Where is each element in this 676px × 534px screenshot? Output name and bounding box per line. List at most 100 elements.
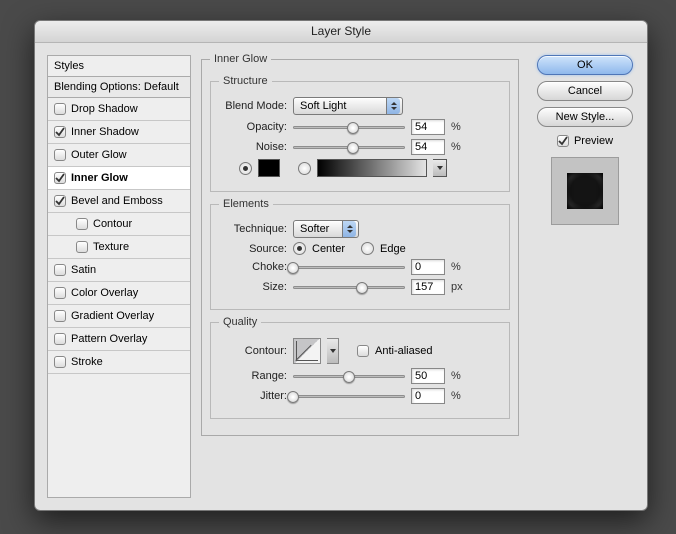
structure-title: Structure [219,75,272,87]
effect-settings-panel: Inner Glow Structure Blend Mode: Soft Li… [201,53,519,498]
style-checkbox[interactable] [54,287,66,299]
range-label: Range: [219,370,287,382]
quality-group: Quality Contour: Anti-aliased Range: [210,316,510,419]
choke-unit: % [451,261,467,273]
styles-panel: Styles Blending Options: Default Drop Sh… [47,55,191,498]
range-slider[interactable] [293,369,405,383]
style-checkbox[interactable] [54,356,66,368]
style-checkbox[interactable] [76,241,88,253]
source-edge-radio[interactable] [361,242,374,255]
style-item-inner-shadow[interactable]: Inner Shadow [48,121,190,144]
style-item-texture[interactable]: Texture [48,236,190,259]
style-item-color-overlay[interactable]: Color Overlay [48,282,190,305]
preview-checkbox[interactable] [557,135,569,147]
jitter-slider[interactable] [293,389,405,403]
style-item-bevel-and-emboss[interactable]: Bevel and Emboss [48,190,190,213]
styles-header[interactable]: Styles [48,56,190,77]
choke-slider[interactable] [293,260,405,274]
size-label: Size: [219,281,287,293]
style-item-label: Color Overlay [71,287,138,299]
dialog-buttons: OK Cancel New Style... Preview [535,55,635,225]
technique-select[interactable]: Softer [293,220,359,238]
blend-mode-value: Soft Light [300,100,346,112]
opacity-slider[interactable] [293,120,405,134]
style-item-label: Drop Shadow [71,103,138,115]
blending-options-row[interactable]: Blending Options: Default [48,77,190,98]
style-item-stroke[interactable]: Stroke [48,351,190,374]
technique-label: Technique: [219,223,287,235]
blend-mode-label: Blend Mode: [219,100,287,112]
quality-title: Quality [219,316,261,328]
style-item-gradient-overlay[interactable]: Gradient Overlay [48,305,190,328]
ok-button[interactable]: OK [537,55,633,75]
style-item-inner-glow[interactable]: Inner Glow [48,167,190,190]
style-item-label: Satin [71,264,96,276]
technique-value: Softer [300,223,329,235]
glow-gradient-swatch[interactable] [317,159,427,177]
size-unit: px [451,281,467,293]
size-slider[interactable] [293,280,405,294]
style-checkbox[interactable] [76,218,88,230]
opacity-unit: % [451,121,467,133]
anti-aliased-label: Anti-aliased [375,345,432,357]
preview-label: Preview [574,135,613,147]
style-item-label: Outer Glow [71,149,127,161]
noise-field[interactable]: 54 [411,139,445,155]
style-checkbox[interactable] [54,310,66,322]
style-item-label: Bevel and Emboss [71,195,163,207]
jitter-unit: % [451,390,467,402]
source-center-radio[interactable] [293,242,306,255]
range-unit: % [451,370,467,382]
glow-solid-color-radio[interactable] [239,162,252,175]
contour-swatch[interactable] [293,338,321,364]
style-checkbox[interactable] [54,149,66,161]
style-item-label: Pattern Overlay [71,333,147,345]
style-item-label: Inner Glow [71,172,128,184]
style-item-pattern-overlay[interactable]: Pattern Overlay [48,328,190,351]
choke-field[interactable]: 0 [411,259,445,275]
new-style-button[interactable]: New Style... [537,107,633,127]
style-checkbox[interactable] [54,172,66,184]
style-checkbox[interactable] [54,126,66,138]
style-item-outer-glow[interactable]: Outer Glow [48,144,190,167]
range-field[interactable]: 50 [411,368,445,384]
inner-glow-title: Inner Glow [210,53,271,65]
style-item-label: Inner Shadow [71,126,139,138]
glow-color-swatch[interactable] [258,159,280,177]
noise-label: Noise: [219,141,287,153]
noise-unit: % [451,141,467,153]
cancel-button[interactable]: Cancel [537,81,633,101]
style-item-contour[interactable]: Contour [48,213,190,236]
anti-aliased-checkbox[interactable] [357,345,369,357]
source-label: Source: [219,243,287,255]
style-checkbox[interactable] [54,264,66,276]
style-checkbox[interactable] [54,103,66,115]
jitter-field[interactable]: 0 [411,388,445,404]
preview-swatch [551,157,619,225]
chevron-updown-icon [386,98,400,114]
layer-style-dialog: Layer Style Styles Blending Options: Def… [34,20,648,511]
blend-mode-select[interactable]: Soft Light [293,97,403,115]
structure-group: Structure Blend Mode: Soft Light Opacity… [210,75,510,192]
style-item-label: Stroke [71,356,103,368]
source-center-label: Center [312,243,345,255]
contour-dropdown-button[interactable] [327,338,339,364]
jitter-label: Jitter: [219,390,287,402]
style-item-drop-shadow[interactable]: Drop Shadow [48,98,190,121]
contour-label: Contour: [219,345,287,357]
size-field[interactable]: 157 [411,279,445,295]
styles-list: Drop Shadow Inner Shadow Outer Glow Inner G… [48,98,190,374]
gradient-dropdown-button[interactable] [433,159,447,177]
style-checkbox[interactable] [54,195,66,207]
style-item-label: Contour [93,218,132,230]
style-item-satin[interactable]: Satin [48,259,190,282]
chevron-updown-icon [342,221,356,237]
noise-slider[interactable] [293,140,405,154]
style-checkbox[interactable] [54,333,66,345]
choke-label: Choke: [219,261,287,273]
inner-glow-group: Inner Glow Structure Blend Mode: Soft Li… [201,53,519,436]
glow-gradient-radio[interactable] [298,162,311,175]
opacity-field[interactable]: 54 [411,119,445,135]
opacity-label: Opacity: [219,121,287,133]
window-title: Layer Style [35,21,647,43]
